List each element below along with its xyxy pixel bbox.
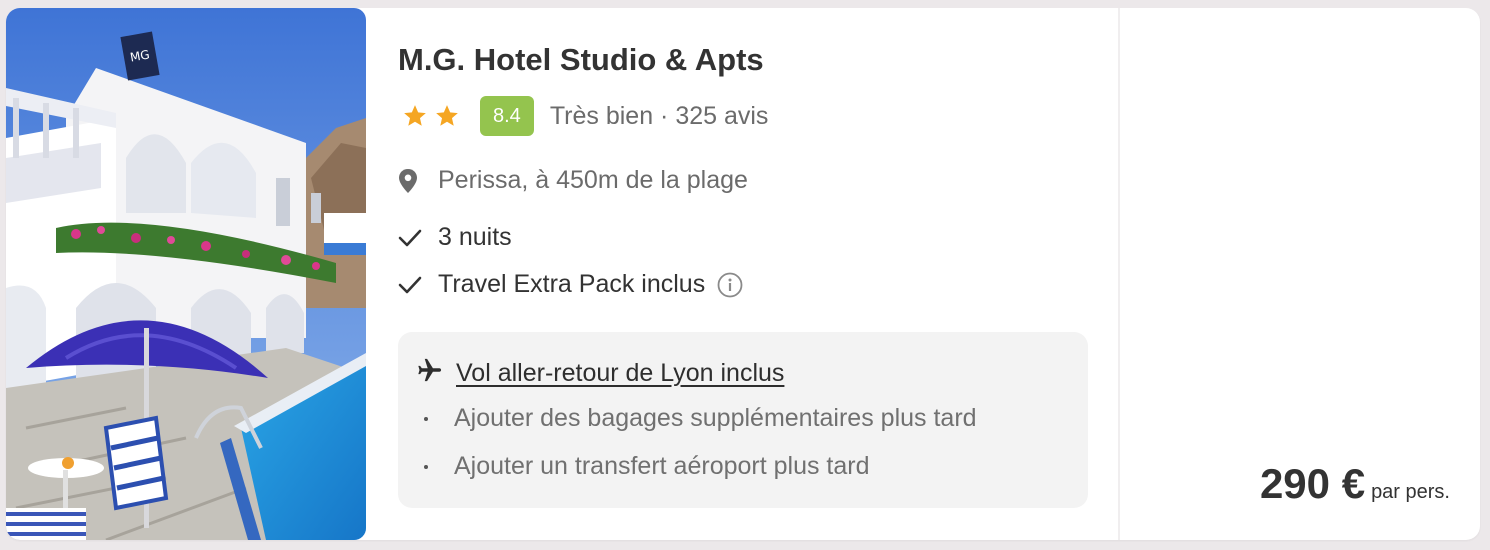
list-item: Ajouter des bagages supplémentaires plus… — [424, 404, 977, 433]
hotel-info: M.G. Hotel Studio & Apts 8.4 Très bien ·… — [398, 8, 1098, 540]
price-amount: 290 € — [1259, 460, 1366, 507]
option-text: Ajouter des bagages supplémentaires plus… — [454, 404, 977, 432]
flight-included-link[interactable]: Vol aller-retour de Lyon inclus — [456, 359, 784, 388]
hotel-offer-card[interactable]: MG M.G. Hotel Studio & Apts 8.4 Très bie… — [6, 8, 1480, 540]
price-unit: par pers. — [1371, 481, 1450, 503]
map-pin-icon — [398, 168, 438, 194]
flight-title-row: Vol aller-retour de Lyon inclus — [416, 356, 784, 391]
option-text: Ajouter un transfert aéroport plus tard — [454, 452, 870, 480]
checkmark-icon — [398, 228, 438, 248]
bullet-dot-icon — [424, 416, 428, 421]
star-rating — [402, 103, 460, 129]
list-item: Ajouter un transfert aéroport plus tard — [424, 452, 870, 481]
flight-box: Vol aller-retour de Lyon inclus Ajouter … — [398, 332, 1088, 508]
review-summary[interactable]: Très bien · 325 avis — [550, 102, 769, 131]
score-badge: 8.4 — [480, 96, 534, 136]
feature-travel-pack: Travel Extra Pack inclus — [398, 270, 743, 299]
feature-text: 3 nuits — [438, 223, 512, 251]
airplane-icon — [416, 356, 444, 391]
location-text: Perissa, à 450m de la plage — [438, 166, 748, 194]
divider — [1118, 8, 1120, 540]
hotel-photo[interactable]: MG — [6, 8, 366, 540]
hotel-photo-illustration: MG — [6, 8, 366, 540]
location-line: Perissa, à 450m de la plage — [398, 166, 748, 195]
star-icon — [436, 105, 458, 126]
rating-row: 8.4 Très bien · 325 avis — [398, 96, 768, 136]
star-icon — [404, 105, 426, 126]
bullet-dot-icon — [424, 464, 428, 469]
feature-nights: 3 nuits — [398, 223, 512, 252]
checkmark-icon — [398, 275, 438, 295]
hotel-name[interactable]: M.G. Hotel Studio & Apts — [398, 42, 764, 78]
price-row: 290 € par pers. — [1260, 460, 1450, 508]
info-circle-icon[interactable] — [717, 272, 743, 298]
feature-text: Travel Extra Pack inclus — [438, 270, 706, 298]
